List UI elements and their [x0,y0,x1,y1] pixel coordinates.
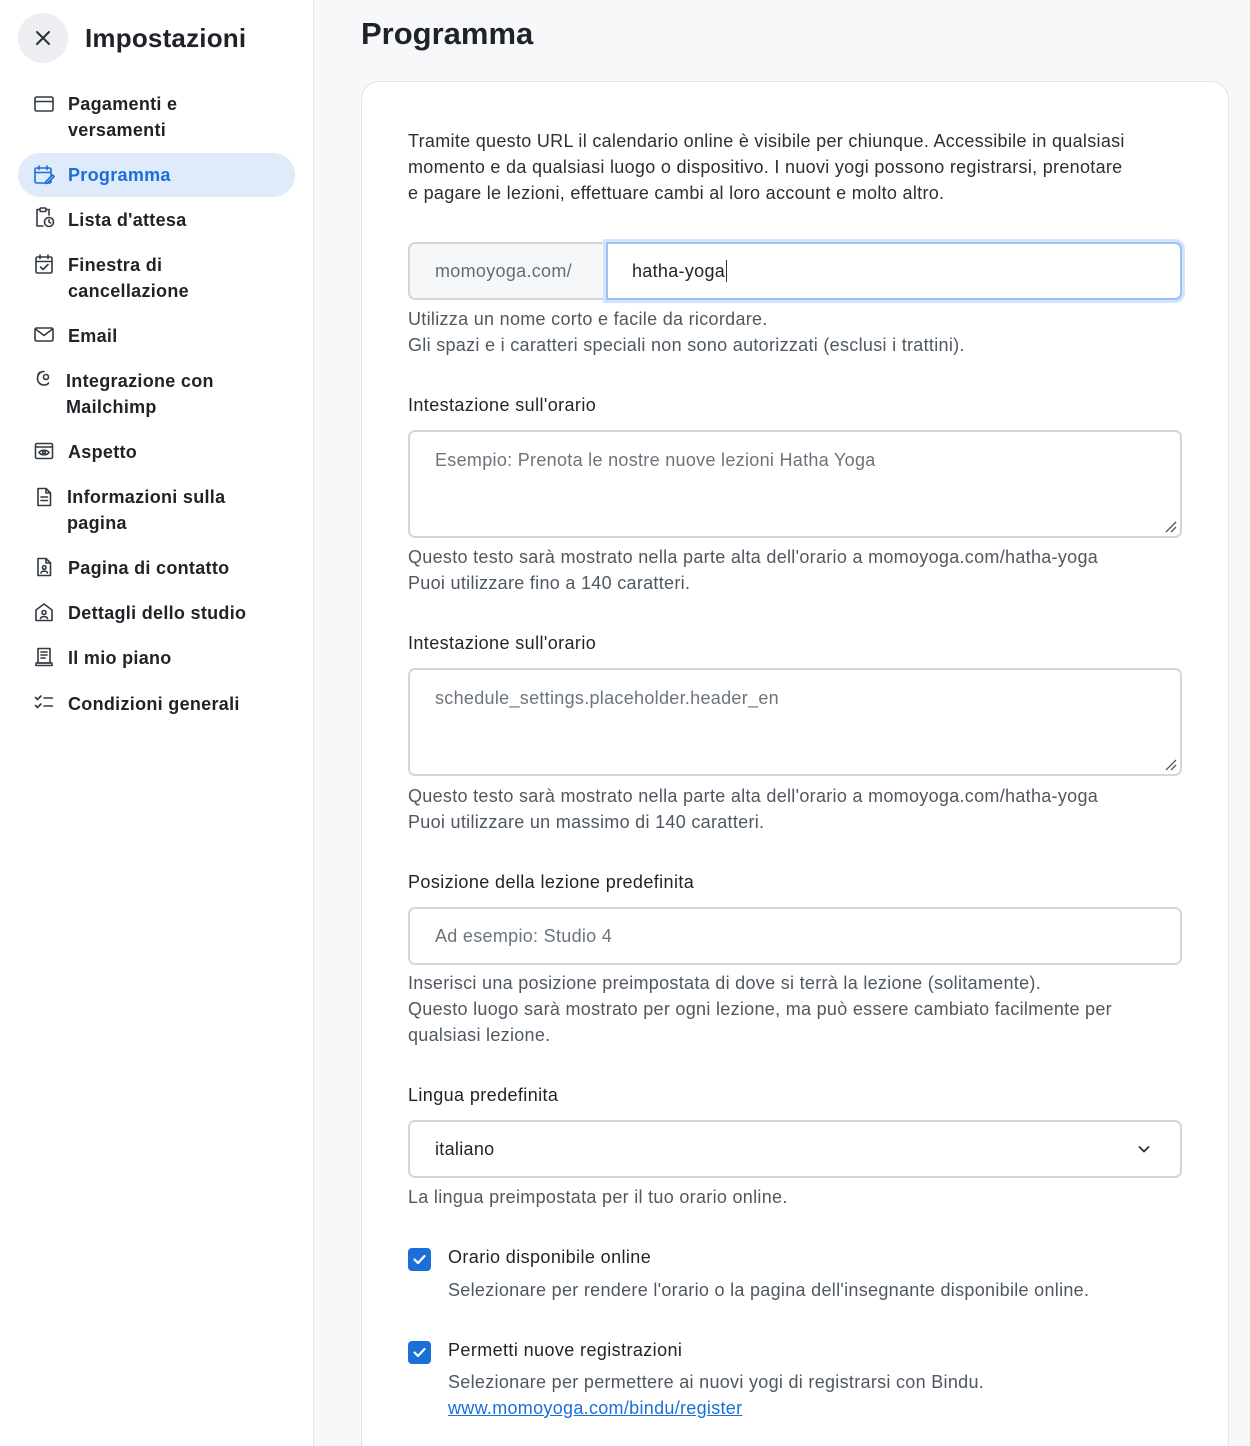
header-label: Intestazione sull'orario [408,395,597,415]
sidebar-item-schedule[interactable]: Programma [18,153,295,197]
sidebar-item-mailchimp[interactable]: Integrazione con Mailchimp [18,368,295,422]
online-checkbox[interactable] [408,1248,431,1271]
location-input[interactable]: Ad esempio: Studio 4 [408,907,1182,965]
sidebar-item-my-plan[interactable]: Il mio piano [18,636,295,680]
url-prefix: momoyoga.com/ [408,242,606,300]
sidebar-item-contact-page[interactable]: Pagina di contatto [18,546,295,590]
calendar-check-icon [33,253,55,275]
header-en-help: Questo testo sarà mostrato nella parte a… [408,786,1099,832]
header-en-placeholder: schedule_settings.placeholder.header_en [435,688,779,708]
header-en-label: Intestazione sull'orario [408,633,597,653]
check-icon [413,1254,426,1265]
calendar-edit-icon [33,164,55,186]
register-link[interactable]: www.momoyoga.com/bindu/register [448,1395,742,1421]
text-caret [726,260,728,282]
sidebar-item-label: Il mio piano [68,648,172,668]
credit-card-icon [33,93,55,115]
sidebar-item-page-info[interactable]: Informazioni sulla pagina [18,484,295,538]
registrations-help: Selezionare per permettere ai nuovi yogi… [448,1372,985,1392]
intro-text: Tramite questo URL il calendario online … [408,131,1125,203]
sidebar-item-label: Lista d'attesa [68,210,187,230]
sidebar-item-email[interactable]: Email [18,314,295,358]
location-help: Inserisci una posizione preimpostata di … [408,973,1112,1045]
header-placeholder: Esempio: Prenota le nostre nuove lezioni… [435,450,876,470]
sidebar-item-waitlist[interactable]: Lista d'attesa [18,198,295,242]
sidebar-item-label: Integrazione con Mailchimp [66,371,214,417]
sidebar-header: Impostazioni [18,13,246,63]
url-help: Utilizza un nome corto e facile da ricor… [408,309,965,355]
studio-icon [33,601,55,623]
url-slug-value: hatha-yoga [632,260,726,281]
check-icon [413,1347,426,1358]
sidebar-title: Impostazioni [85,22,247,53]
checklist-icon [33,692,55,714]
sidebar-item-payments[interactable]: Pagamenti e versamenti [18,91,295,145]
sidebar-item-label: Informazioni sulla pagina [67,487,226,533]
sidebar-item-terms[interactable]: Condizioni generali [18,682,295,726]
resize-handle-icon[interactable] [1163,519,1177,533]
sidebar-item-label: Pagina di contatto [68,558,230,578]
sidebar-item-cancellation-window[interactable]: Finestra di cancellazione [18,252,295,306]
mailchimp-icon [33,368,55,390]
registrations-label: Permetti nuove registrazioni [448,1340,683,1360]
online-help: Selezionare per rendere l'orario o la pa… [448,1280,1090,1300]
contact-document-icon [33,556,55,578]
receipt-icon [33,646,55,668]
settings-sidebar: Impostazioni Pagamenti e versamenti Progr… [0,0,314,1446]
language-value: italiano [435,1138,495,1159]
sidebar-item-label: Pagamenti e versamenti [68,94,178,140]
chevron-down-icon [1138,1146,1150,1153]
sidebar-item-label: Programma [68,165,171,185]
registrations-checkbox[interactable] [408,1341,431,1364]
page-title: Programma [361,16,534,51]
sidebar-item-studio-details[interactable]: Dettagli dello studio [18,591,295,635]
header-en-textarea[interactable]: schedule_settings.placeholder.header_en [408,668,1182,776]
sidebar-item-label: Dettagli dello studio [68,603,247,623]
close-button[interactable] [18,13,68,63]
sidebar-item-label: Finestra di cancellazione [68,255,189,301]
sidebar-item-label: Condizioni generali [68,694,240,714]
sidebar-item-label: Aspetto [68,442,138,462]
header-help: Questo testo sarà mostrato nella parte a… [408,547,1099,593]
language-help: La lingua preimpostata per il tuo orario… [408,1187,788,1207]
header-textarea[interactable]: Esempio: Prenota le nostre nuove lezioni… [408,430,1182,538]
url-slug-input[interactable]: hatha-yoga [606,242,1182,300]
sidebar-item-appearance[interactable]: Aspetto [18,430,295,474]
resize-handle-icon[interactable] [1163,757,1177,771]
language-label: Lingua predefinita [408,1085,559,1105]
browser-eye-icon [33,440,55,462]
close-icon [36,31,50,45]
settings-card: Tramite questo URL il calendario online … [361,81,1229,1446]
sidebar-item-label: Email [68,326,118,346]
document-icon [33,486,55,508]
online-label: Orario disponibile online [448,1247,652,1267]
location-label: Posizione della lezione predefinita [408,872,695,892]
envelope-icon [33,323,55,345]
language-select[interactable]: italiano [408,1120,1182,1178]
location-placeholder: Ad esempio: Studio 4 [435,925,613,946]
clipboard-clock-icon [33,206,55,228]
